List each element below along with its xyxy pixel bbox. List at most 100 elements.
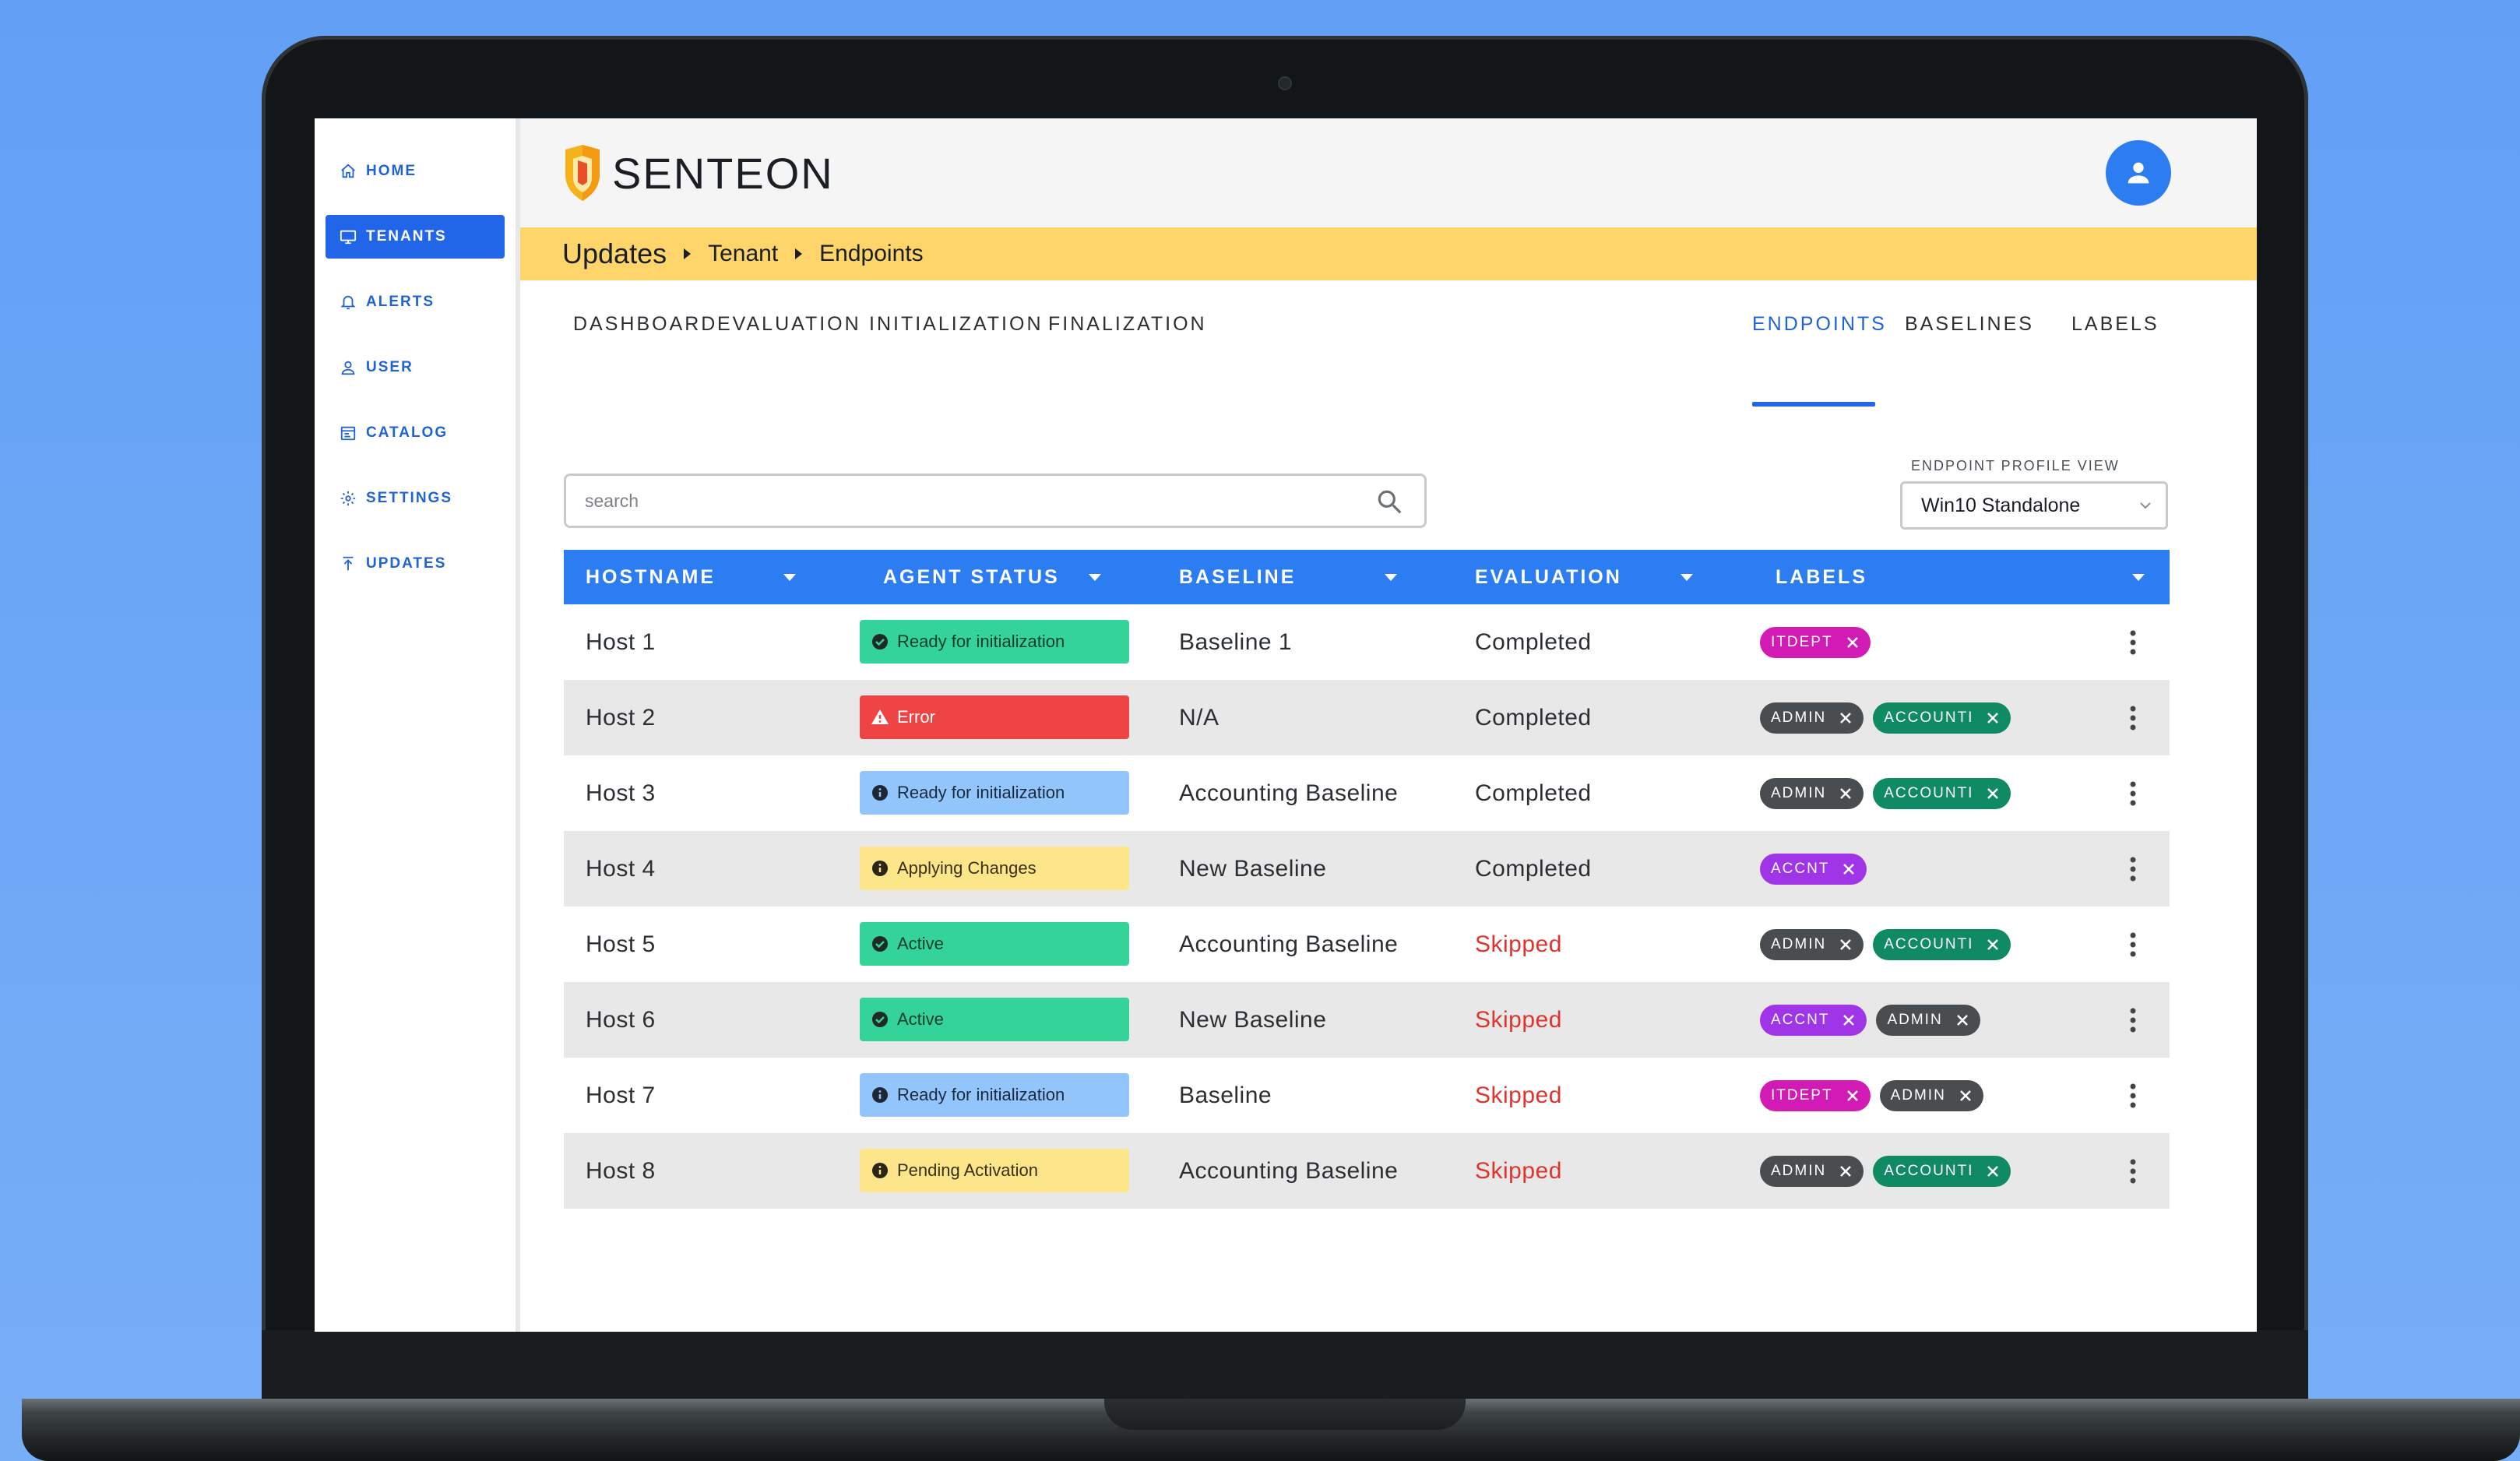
endpoints-table: HOSTNAME AGENT STATUS BASELINE EVALUATIO…	[564, 550, 2170, 1209]
table-row[interactable]: Host 2 Error N/A Completed ADMIN ACCOUNT…	[564, 680, 2170, 755]
cell-hostname: Host 6	[586, 1006, 656, 1033]
label-chip[interactable]: ACCOUNTI	[1873, 702, 2011, 734]
sidebar-item-user[interactable]: USER	[326, 346, 505, 389]
table-row[interactable]: Host 8 Pending Activation Accounting Bas…	[564, 1133, 2170, 1209]
status-badge: Pending Activation	[860, 1149, 1129, 1192]
search-input[interactable]	[585, 490, 1332, 512]
close-icon[interactable]	[1839, 787, 1853, 801]
sidebar-item-label: ALERTS	[366, 294, 435, 310]
col-baseline[interactable]: BASELINE	[1179, 550, 1296, 604]
cell-evaluation: Skipped	[1475, 931, 1562, 957]
info-icon	[872, 1163, 888, 1178]
close-icon[interactable]	[1986, 1164, 2000, 1178]
tab-finalization[interactable]: FINALIZATION	[1048, 313, 1207, 336]
main-content: SENTEON Updates Tenant Endpoints DASHBOA…	[520, 118, 2257, 1332]
table-row[interactable]: Host 5 Active Accounting Baseline Skippe…	[564, 907, 2170, 982]
sidebar: HOME TENANTS ALERTS USER CATALOG SETTING…	[315, 118, 520, 1332]
chip-text: ADMIN	[1771, 1162, 1827, 1179]
col-hostname[interactable]: HOSTNAME	[586, 550, 716, 604]
close-icon[interactable]	[1839, 711, 1853, 725]
close-icon[interactable]	[1846, 635, 1860, 650]
close-icon[interactable]	[1839, 1164, 1853, 1178]
close-icon[interactable]	[1839, 938, 1853, 952]
cell-labels: ADMIN ACCOUNTI	[1760, 1133, 2020, 1209]
col-labels[interactable]: LABELS	[1776, 550, 1867, 604]
col-evaluation[interactable]: EVALUATION	[1475, 550, 1622, 604]
tab-baselines[interactable]: BASELINES	[1905, 313, 2034, 336]
caret-down-icon[interactable]	[2132, 574, 2145, 581]
label-chip[interactable]: ADMIN	[1879, 1079, 1983, 1111]
label-chip[interactable]: ACCNT	[1760, 853, 1867, 885]
more-options-icon[interactable]	[2128, 705, 2138, 731]
close-icon[interactable]	[1842, 862, 1856, 876]
label-chip[interactable]: ITDEPT	[1760, 626, 1871, 658]
table-row[interactable]: Host 7 Ready for initialization Baseline…	[564, 1058, 2170, 1133]
label-chip[interactable]: ACCOUNTI	[1873, 928, 2011, 960]
breadcrumb-endpoints[interactable]: Endpoints	[819, 241, 923, 267]
status-text: Ready for initialization	[897, 783, 1065, 802]
caret-down-icon[interactable]	[1385, 574, 1397, 581]
cell-baseline: Accounting Baseline	[1179, 780, 1399, 806]
more-options-icon[interactable]	[2128, 780, 2138, 807]
status-badge: Error	[860, 695, 1129, 739]
label-chip[interactable]: ADMIN	[1876, 1004, 1980, 1036]
catalog-icon	[340, 424, 357, 442]
sidebar-item-alerts[interactable]: ALERTS	[326, 280, 505, 324]
more-options-icon[interactable]	[2128, 1007, 2138, 1033]
tab-dashboard[interactable]: DASHBOARD	[573, 313, 717, 336]
cell-baseline: Baseline	[1179, 1082, 1272, 1108]
chip-text: ITDEPT	[1771, 1086, 1833, 1104]
more-options-icon[interactable]	[2128, 629, 2138, 656]
col-agent-status[interactable]: AGENT STATUS	[883, 550, 1060, 604]
close-icon[interactable]	[1986, 938, 2000, 952]
chip-text: ACCNT	[1771, 860, 1830, 877]
table-row[interactable]: Host 3 Ready for initialization Accounti…	[564, 755, 2170, 831]
sidebar-item-home[interactable]: HOME	[326, 150, 505, 193]
label-chip[interactable]: ACCOUNTI	[1873, 777, 2011, 809]
caret-down-icon[interactable]	[1681, 574, 1693, 581]
status-text: Active	[897, 1009, 944, 1029]
caret-down-icon[interactable]	[1089, 574, 1101, 581]
user-avatar[interactable]	[2106, 140, 2171, 206]
sidebar-item-settings[interactable]: SETTINGS	[326, 477, 505, 520]
col-evaluation-label: EVALUATION	[1475, 565, 1622, 588]
label-chip[interactable]: ADMIN	[1760, 702, 1864, 734]
sidebar-item-tenants[interactable]: TENANTS	[326, 215, 505, 259]
search-icon[interactable]	[1374, 487, 1404, 516]
status-text: Applying Changes	[897, 858, 1037, 878]
tab-endpoints[interactable]: ENDPOINTS	[1752, 313, 1887, 336]
caret-down-icon[interactable]	[783, 574, 796, 581]
label-chip[interactable]: ADMIN	[1760, 928, 1864, 960]
profile-view-select[interactable]: Win10 Standalone	[1900, 481, 2168, 530]
more-options-icon[interactable]	[2128, 1083, 2138, 1109]
tab-evaluation[interactable]: EVALUATION	[717, 313, 861, 336]
close-icon[interactable]	[1986, 711, 2000, 725]
chip-text: ADMIN	[1771, 784, 1827, 801]
close-icon[interactable]	[1846, 1089, 1860, 1103]
label-chip[interactable]: ACCNT	[1760, 1004, 1867, 1036]
sidebar-item-catalog[interactable]: CATALOG	[326, 411, 505, 455]
more-options-icon[interactable]	[2128, 1158, 2138, 1185]
label-chip[interactable]: ITDEPT	[1760, 1079, 1871, 1111]
close-icon[interactable]	[1842, 1013, 1856, 1027]
tab-initialization[interactable]: INITIALIZATION	[869, 313, 1044, 336]
tab-labels[interactable]: LABELS	[2071, 313, 2159, 336]
table-row[interactable]: Host 4 Applying Changes New Baseline Com…	[564, 831, 2170, 907]
person-icon	[2128, 162, 2149, 184]
breadcrumb-root[interactable]: Updates	[562, 238, 667, 270]
breadcrumb-tenant[interactable]: Tenant	[708, 241, 778, 267]
info-icon	[872, 785, 888, 801]
label-chip[interactable]: ADMIN	[1760, 777, 1864, 809]
close-icon[interactable]	[1986, 787, 2000, 801]
more-options-icon[interactable]	[2128, 856, 2138, 882]
label-chip[interactable]: ACCOUNTI	[1873, 1155, 2011, 1187]
label-chip[interactable]: ADMIN	[1760, 1155, 1864, 1187]
table-row[interactable]: Host 6 Active New Baseline Skipped ACCNT…	[564, 982, 2170, 1058]
sidebar-item-updates[interactable]: UPDATES	[326, 542, 505, 586]
more-options-icon[interactable]	[2128, 931, 2138, 958]
close-icon[interactable]	[1955, 1013, 1969, 1027]
table-row[interactable]: Host 1 Ready for initialization Baseline…	[564, 604, 2170, 680]
cell-hostname: Host 4	[586, 855, 656, 882]
close-icon[interactable]	[1959, 1089, 1973, 1103]
brand-logo[interactable]: SENTEON	[561, 143, 834, 202]
